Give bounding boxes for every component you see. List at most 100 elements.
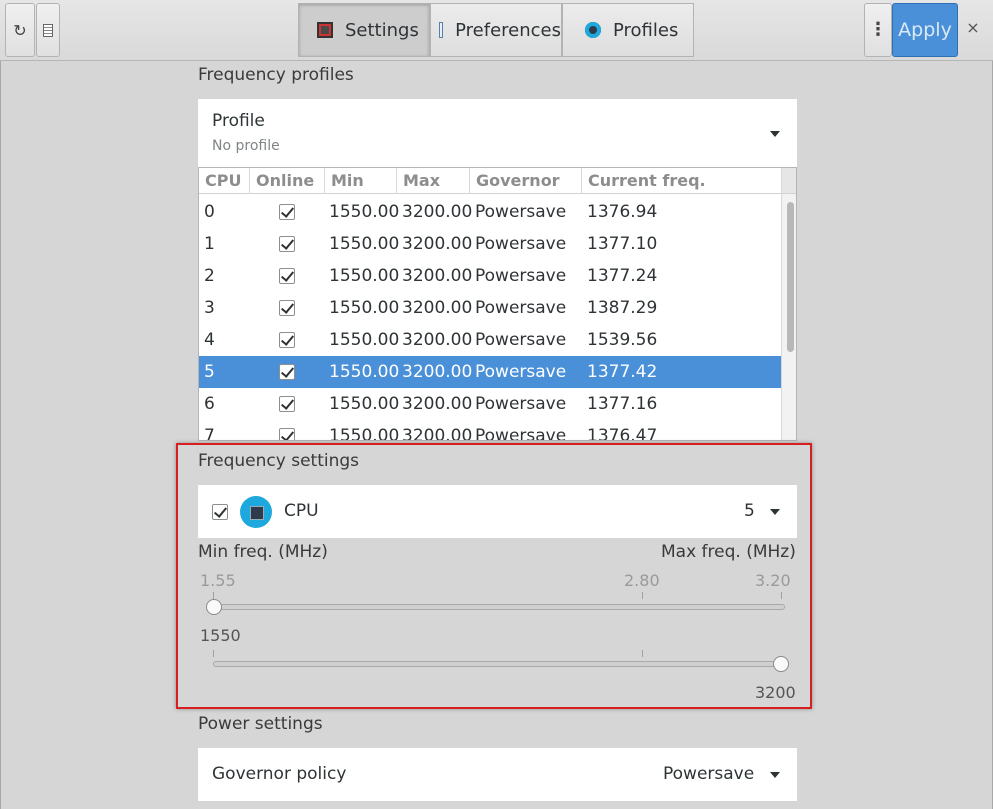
tick-mark <box>213 650 214 657</box>
document-icon <box>43 23 53 37</box>
tab-profiles[interactable]: Profiles <box>562 3 694 57</box>
cell-max: 3200.00 <box>402 330 473 350</box>
cell-cpu: 5 <box>204 362 215 382</box>
cell-cpu: 6 <box>204 394 215 414</box>
online-checkbox[interactable] <box>279 428 295 440</box>
tab-preferences-label: Preferences <box>455 19 561 41</box>
profile-label: Profile <box>212 111 265 131</box>
max-slider-value: 3200 <box>755 683 796 702</box>
max-freq-slider[interactable] <box>213 661 785 667</box>
close-icon[interactable]: × <box>962 18 984 40</box>
table-row[interactable]: 0 1550.00 3200.00 Powersave 1376.94 <box>199 196 781 228</box>
scrollbar-corner <box>781 168 796 194</box>
cpu-table: CPU Online Min Max Governor Current freq… <box>198 167 797 441</box>
cell-current-freq: 1377.42 <box>587 362 658 382</box>
frequency-settings-title: Frequency settings <box>198 451 360 471</box>
online-checkbox[interactable] <box>279 300 295 316</box>
cell-governor: Powersave <box>475 266 567 286</box>
online-checkbox[interactable] <box>279 332 295 348</box>
governor-policy-selector[interactable]: Governor policy Powersave <box>198 748 797 801</box>
cell-cpu: 1 <box>204 234 215 254</box>
cell-min: 1550.00 <box>329 426 400 441</box>
cell-min: 1550.00 <box>329 298 400 318</box>
power-settings-title: Power settings <box>198 714 323 734</box>
table-row-selected[interactable]: 5 1550.00 3200.00 Powersave 1377.42 <box>199 356 781 388</box>
frequency-settings-highlight <box>176 443 812 709</box>
cell-current-freq: 1376.94 <box>587 202 658 222</box>
table-row[interactable]: 1 1550.00 3200.00 Powersave 1377.10 <box>199 228 781 260</box>
column-header-governor[interactable]: Governor <box>470 168 582 194</box>
cell-max: 3200.00 <box>402 234 473 254</box>
cell-governor: Powersave <box>475 234 567 254</box>
tab-settings[interactable]: Settings <box>298 3 430 57</box>
menu-button[interactable]: ⋮ <box>864 3 892 57</box>
chevron-down-icon <box>770 131 780 137</box>
frequency-profiles-title: Frequency profiles <box>198 65 354 85</box>
cpu-label: CPU <box>284 501 319 521</box>
table-scrollbar[interactable] <box>781 194 796 440</box>
cell-governor: Powersave <box>475 394 567 414</box>
cell-cpu: 4 <box>204 330 215 350</box>
table-row[interactable]: 6 1550.00 3200.00 Powersave 1377.16 <box>199 388 781 420</box>
cpu-enable-checkbox[interactable] <box>212 504 228 520</box>
cell-max: 3200.00 <box>402 298 473 318</box>
column-header-max[interactable]: Max <box>397 168 470 194</box>
column-header-current-freq[interactable]: Current freq. <box>582 168 781 194</box>
max-freq-slider-knob[interactable] <box>773 656 789 672</box>
table-header: CPU Online Min Max Governor Current freq… <box>199 168 781 194</box>
cell-max: 3200.00 <box>402 202 473 222</box>
min-freq-slider[interactable] <box>213 604 785 610</box>
cell-max: 3200.00 <box>402 394 473 414</box>
cell-min: 1550.00 <box>329 362 400 382</box>
table-row[interactable]: 7 1550.00 3200.00 Powersave 1376.47 <box>199 420 781 441</box>
min-slider-tick-high: 3.20 <box>755 571 791 590</box>
apply-button[interactable]: Apply <box>892 3 958 57</box>
max-freq-label: Max freq. (MHz) <box>661 542 796 562</box>
cell-min: 1550.00 <box>329 202 400 222</box>
refresh-button[interactable]: ↻ <box>5 3 35 57</box>
cell-cpu: 3 <box>204 298 215 318</box>
table-row[interactable]: 3 1550.00 3200.00 Powersave 1387.29 <box>199 292 781 324</box>
cell-current-freq: 1377.10 <box>587 234 658 254</box>
cell-min: 1550.00 <box>329 266 400 286</box>
tick-mark <box>642 592 643 599</box>
table-row[interactable]: 2 1550.00 3200.00 Powersave 1377.24 <box>199 260 781 292</box>
online-checkbox[interactable] <box>279 364 295 380</box>
cpu-dropdown-value[interactable]: 5 <box>744 501 755 521</box>
kebab-menu-icon: ⋮ <box>869 19 887 40</box>
tick-mark <box>781 592 782 599</box>
online-checkbox[interactable] <box>279 236 295 252</box>
cpu-chip-icon <box>240 496 272 528</box>
governor-policy-value: Powersave <box>663 764 755 784</box>
column-header-min[interactable]: Min <box>325 168 397 194</box>
chevron-down-icon <box>770 509 780 515</box>
cell-cpu: 2 <box>204 266 215 286</box>
governor-policy-label: Governor policy <box>212 764 347 784</box>
cell-max: 3200.00 <box>402 362 473 382</box>
tick-mark <box>213 592 214 599</box>
cell-current-freq: 1376.47 <box>587 426 658 441</box>
chevron-down-icon <box>770 772 780 778</box>
min-freq-label: Min freq. (MHz) <box>198 542 328 562</box>
online-checkbox[interactable] <box>279 204 295 220</box>
scrollbar-thumb[interactable] <box>787 202 794 352</box>
cell-min: 1550.00 <box>329 234 400 254</box>
profile-selector[interactable]: Profile No profile <box>198 99 797 167</box>
cell-governor: Powersave <box>475 298 567 318</box>
cell-cpu: 7 <box>204 426 215 441</box>
min-freq-slider-knob[interactable] <box>206 599 222 615</box>
min-slider-tick-low: 1.55 <box>200 571 236 590</box>
cell-cpu: 0 <box>204 202 215 222</box>
cpu-selector-row[interactable]: CPU 5 <box>198 485 797 538</box>
tab-settings-label: Settings <box>345 19 419 41</box>
table-row[interactable]: 4 1550.00 3200.00 Powersave 1539.56 <box>199 324 781 356</box>
settings-icon <box>317 22 333 38</box>
column-header-cpu[interactable]: CPU <box>199 168 250 194</box>
online-checkbox[interactable] <box>279 396 295 412</box>
column-header-online[interactable]: Online <box>250 168 325 194</box>
log-button[interactable] <box>36 3 60 57</box>
cell-current-freq: 1377.16 <box>587 394 658 414</box>
preferences-icon <box>439 22 444 38</box>
online-checkbox[interactable] <box>279 268 295 284</box>
tab-preferences[interactable]: Preferences <box>430 3 562 57</box>
